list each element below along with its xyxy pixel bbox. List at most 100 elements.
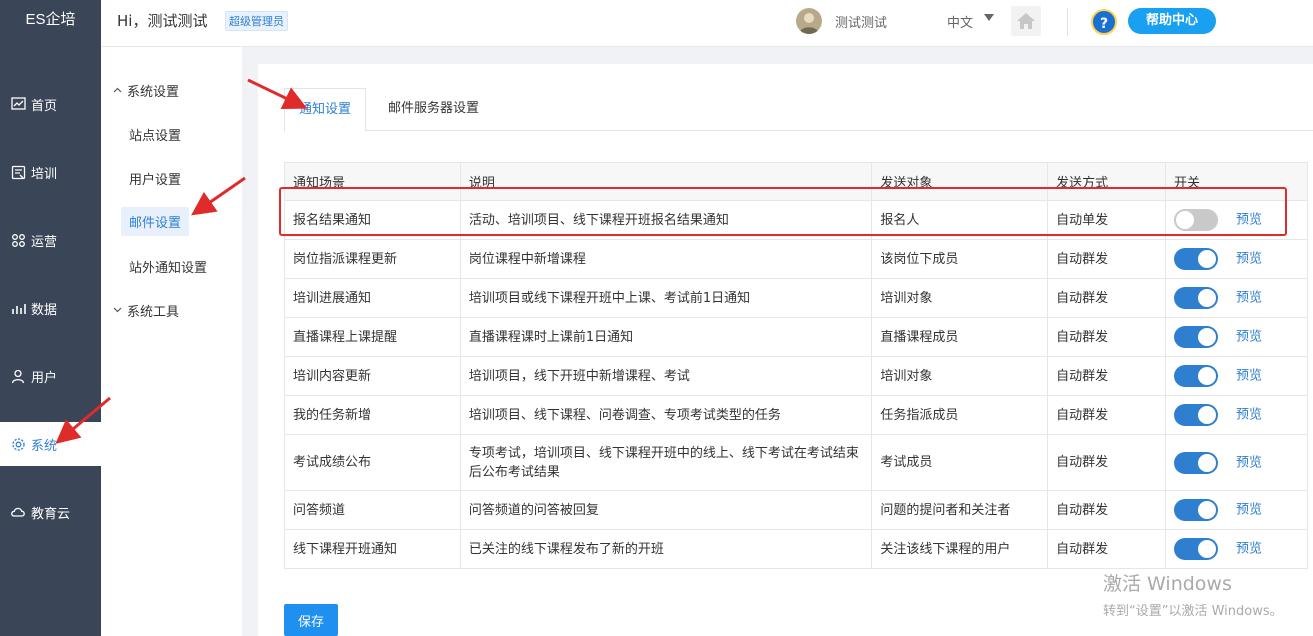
- training-icon: [10, 164, 26, 180]
- tab-bar: 通知设置 邮件服务器设置: [284, 88, 1313, 132]
- highlight-box: [279, 187, 1287, 236]
- nav-label-home: 首页: [31, 98, 58, 114]
- table-row: 问答频道 问答频道的问答被回复 问题的提问者和关注者 自动群发 预览: [284, 490, 1308, 530]
- toggle-knob: [1198, 501, 1217, 519]
- cell-switch: 预览: [1165, 239, 1308, 279]
- toggle-switch-on[interactable]: [1174, 326, 1219, 348]
- cell-scene: 直播课程上课提醒: [284, 317, 461, 357]
- nav-item-system[interactable]: 系统: [0, 422, 101, 466]
- operation-icon: [10, 232, 26, 248]
- cell-method: 自动群发: [1047, 317, 1167, 357]
- cell-desc: 专项考试，培训项目、线下课程开班中的线上、线下考试在考试结束后公布考试结果: [459, 434, 873, 491]
- nav-label-training: 培训: [31, 166, 58, 182]
- table-row: 培训内容更新 培训项目，线下开班中新增课程、考试 培训对象 自动群发 预览: [284, 356, 1308, 396]
- nav-label-data: 数据: [31, 302, 58, 318]
- submenu-group-system-tools[interactable]: 系统工具: [113, 301, 179, 320]
- cell-switch: 预览: [1165, 434, 1308, 491]
- toggle-switch-on[interactable]: [1174, 538, 1219, 560]
- toggle-knob: [1198, 367, 1217, 385]
- cell-scene: 培训内容更新: [284, 356, 461, 396]
- nav-label-system: 系统: [31, 438, 58, 454]
- preview-link[interactable]: 预览: [1236, 369, 1262, 384]
- cell-desc: 直播课程课时上课前1日通知: [459, 317, 873, 357]
- chevron-down-icon: [113, 305, 123, 316]
- nav-item-home[interactable]: 首页: [0, 82, 101, 126]
- nav-item-edu-cloud[interactable]: 教育云: [0, 490, 101, 534]
- toggle-switch-on[interactable]: [1174, 451, 1219, 474]
- help-center-button[interactable]: 帮助中心: [1128, 8, 1216, 34]
- nav-item-user[interactable]: 用户: [0, 354, 101, 398]
- cell-method: 自动群发: [1047, 278, 1167, 318]
- tab-notice-settings[interactable]: 通知设置: [284, 88, 367, 132]
- cell-target: 任务指派成员: [871, 395, 1049, 435]
- table-row: 岗位指派课程更新 岗位课程中新增课程 该岗位下成员 自动群发 预览: [284, 239, 1308, 279]
- table-row: 考试成绩公布 专项考试，培训项目、线下课程开班中的线上、线下考试在考试结束后公布…: [284, 434, 1308, 491]
- home-button[interactable]: [1011, 6, 1041, 36]
- preview-link[interactable]: 预览: [1236, 455, 1262, 470]
- home-icon: [1017, 13, 1035, 29]
- table-row: 培训进展通知 培训项目或线下课程开班中上课、考试前1日通知 培训对象 自动群发 …: [284, 278, 1308, 318]
- cell-target: 关注该线下课程的用户: [871, 529, 1049, 569]
- submenu-item-mail-settings[interactable]: 邮件设置: [121, 207, 190, 236]
- cell-desc: 已关注的线下课程发布了新的开班: [459, 529, 873, 569]
- toggle-switch-on[interactable]: [1174, 365, 1219, 387]
- cell-desc: 问答频道的问答被回复: [459, 490, 873, 530]
- cell-method: 自动群发: [1047, 434, 1167, 491]
- cell-method: 自动群发: [1047, 395, 1167, 435]
- watermark-line2: 转到“设置”以激活 Windows。: [1103, 604, 1283, 619]
- chevron-up-icon: [113, 85, 123, 96]
- gear-icon: [10, 436, 26, 452]
- cell-desc: 岗位课程中新增课程: [459, 239, 873, 279]
- submenu-item-site-settings[interactable]: 站点设置: [129, 125, 181, 144]
- toggle-knob: [1198, 453, 1217, 472]
- nav-item-operation[interactable]: 运营: [0, 218, 101, 262]
- toggle-switch-on[interactable]: [1174, 287, 1219, 309]
- preview-link[interactable]: 预览: [1236, 330, 1262, 345]
- toggle-switch-on[interactable]: [1174, 499, 1219, 521]
- cell-desc: 培训项目、线下课程、问卷调查、专项考试类型的任务: [459, 395, 873, 435]
- user-name[interactable]: 测试测试: [835, 12, 887, 31]
- cell-switch: 预览: [1165, 317, 1308, 357]
- cell-target: 直播课程成员: [871, 317, 1049, 357]
- tab-mail-server-settings[interactable]: 邮件服务器设置: [374, 88, 493, 130]
- help-question-icon[interactable]: ?: [1091, 9, 1117, 35]
- cell-target: 考试成员: [871, 434, 1049, 491]
- main-content: 通知设置 邮件服务器设置 通知场景 说明 发送对象 发送方式 开关 报名结果通知…: [258, 64, 1313, 636]
- nav-item-data[interactable]: 数据: [0, 286, 101, 330]
- app-logo[interactable]: ES企培: [0, 0, 101, 46]
- cell-desc: 培训项目，线下开班中新增课程、考试: [459, 356, 873, 396]
- nav-item-training[interactable]: 培训: [0, 150, 101, 194]
- cell-target: 培训对象: [871, 278, 1049, 318]
- preview-link[interactable]: 预览: [1236, 503, 1262, 518]
- toggle-switch-on[interactable]: [1174, 404, 1219, 426]
- user-icon: [10, 368, 26, 384]
- submenu-group-system-settings[interactable]: 系统设置: [113, 81, 179, 100]
- submenu-item-user-settings[interactable]: 用户设置: [129, 169, 181, 188]
- toggle-knob: [1198, 540, 1217, 558]
- preview-link[interactable]: 预览: [1236, 252, 1262, 267]
- cell-scene: 考试成绩公布: [284, 434, 461, 491]
- nav-label-edu-cloud: 教育云: [31, 506, 71, 522]
- toggle-knob: [1198, 406, 1217, 424]
- cell-desc: 培训项目或线下课程开班中上课、考试前1日通知: [459, 278, 873, 318]
- language-select[interactable]: 中文: [947, 12, 973, 31]
- nav-label-operation: 运营: [31, 234, 58, 250]
- preview-link[interactable]: 预览: [1236, 291, 1262, 306]
- watermark-line1: 激活 Windows: [1103, 573, 1232, 595]
- cloud-icon: [10, 504, 26, 520]
- preview-link[interactable]: 预览: [1236, 408, 1262, 423]
- cell-switch: 预览: [1165, 490, 1308, 530]
- toggle-knob: [1198, 328, 1217, 346]
- save-button[interactable]: 保存: [284, 604, 338, 636]
- dashboard-icon: [10, 96, 26, 112]
- preview-link[interactable]: 预览: [1236, 542, 1262, 557]
- toggle-switch-on[interactable]: [1174, 248, 1219, 270]
- cell-scene: 我的任务新增: [284, 395, 461, 435]
- submenu-group-label: 系统工具: [127, 305, 180, 320]
- submenu-item-external-notice[interactable]: 站外通知设置: [129, 257, 207, 276]
- cell-method: 自动群发: [1047, 529, 1167, 569]
- cell-scene: 问答频道: [284, 490, 461, 530]
- top-header: Hi，测试测试 超级管理员 测试测试 中文 ? 帮助中心: [101, 0, 1313, 47]
- caret-down-icon[interactable]: [984, 14, 994, 21]
- avatar[interactable]: [796, 8, 822, 34]
